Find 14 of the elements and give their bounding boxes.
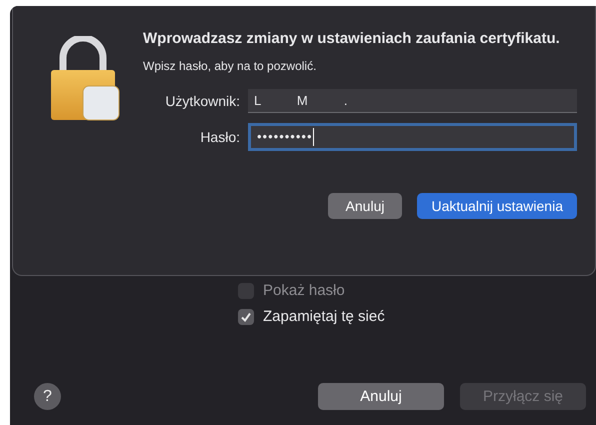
- update-settings-button[interactable]: Uaktualnij ustawienia: [417, 193, 577, 219]
- checkbox[interactable]: [238, 308, 254, 324]
- padlock-icon: [49, 36, 121, 122]
- dialog-message: Wpisz hasło, aby na to pozwolić.: [143, 59, 318, 73]
- dialog-title: Wprowadzasz zmiany w ustawieniach zaufania certyfikatu.: [143, 29, 561, 49]
- checkbox-label: Zapamiętaj tę sieć: [263, 308, 385, 325]
- field-label: Użytkownik:: [164, 93, 240, 109]
- cancel-button[interactable]: Anuluj: [318, 383, 444, 410]
- help-button[interactable]: ?: [34, 383, 61, 410]
- cancel-button[interactable]: Anuluj: [328, 193, 402, 219]
- password-field[interactable]: ••••••••••: [248, 123, 577, 151]
- username-field[interactable]: L M .: [248, 89, 577, 113]
- checkbox-label: Pokaż hasło: [263, 282, 345, 299]
- field-label: Hasło:: [199, 129, 240, 145]
